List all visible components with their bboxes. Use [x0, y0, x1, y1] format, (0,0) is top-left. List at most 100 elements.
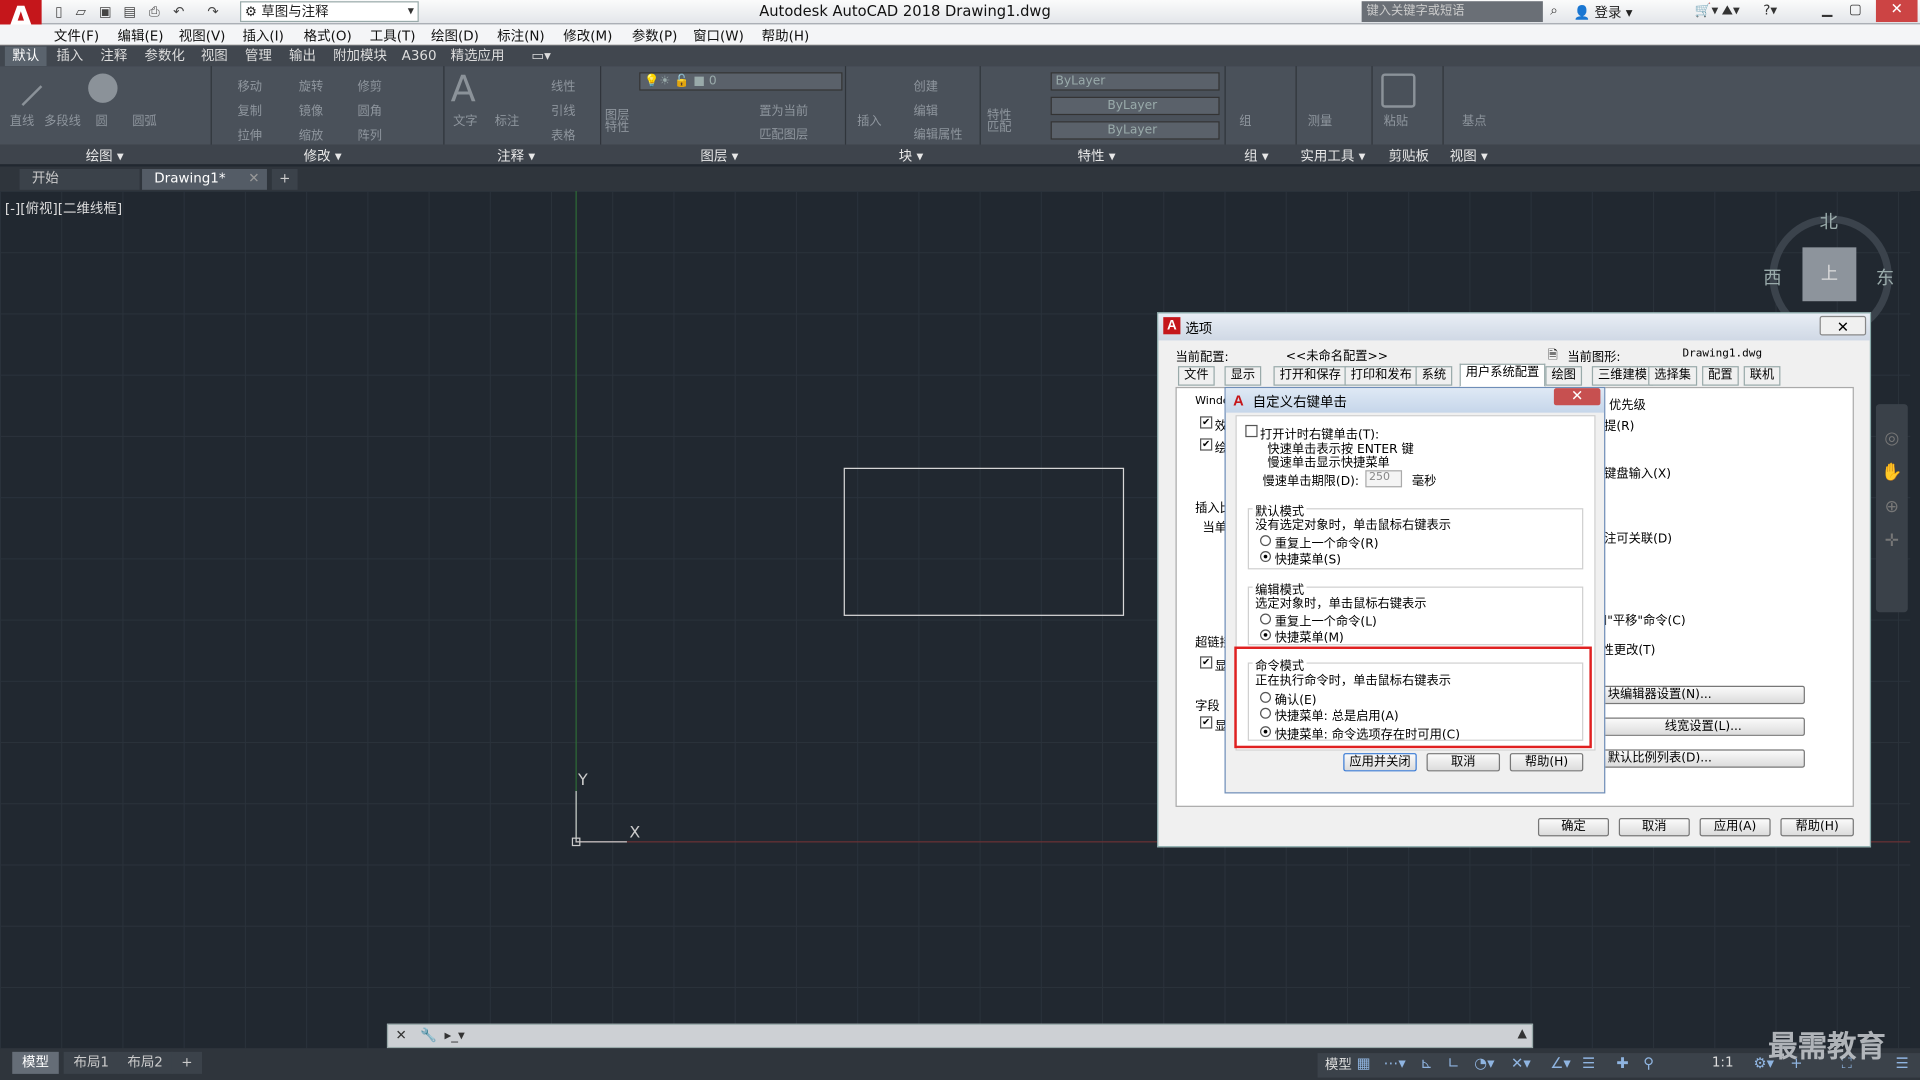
- circle-icon[interactable]: [88, 73, 118, 103]
- cancel-button[interactable]: 取消: [1618, 817, 1690, 837]
- leader-button[interactable]: 引线: [551, 100, 575, 118]
- line-button[interactable]: 直线: [10, 110, 34, 128]
- viewcube-top[interactable]: 上: [1802, 247, 1857, 302]
- polar-icon[interactable]: ◔▾: [1474, 1054, 1494, 1071]
- panel-annotation[interactable]: 注释 ▾: [497, 146, 535, 166]
- new-layout-button[interactable]: +: [171, 1051, 203, 1074]
- close-icon[interactable]: ✕: [248, 169, 259, 189]
- default-repeat-radio[interactable]: [1260, 535, 1272, 547]
- checkbox-2[interactable]: ✔: [1200, 438, 1213, 451]
- dynamic-ucs-icon[interactable]: ∠▾: [1550, 1054, 1571, 1071]
- rightclick-close-button[interactable]: ✕: [1553, 388, 1601, 406]
- tab-plot[interactable]: 打印和发布: [1344, 366, 1418, 386]
- make-current-button[interactable]: 置为当前: [759, 100, 808, 118]
- annotation-scale-icon[interactable]: ⚲: [1643, 1054, 1654, 1071]
- menu-params[interactable]: 参数(P): [632, 26, 678, 46]
- tab-online[interactable]: 联机: [1743, 366, 1781, 386]
- print-icon[interactable]: ⎙: [144, 2, 164, 20]
- match-properties-button[interactable]: 特性匹配: [987, 110, 1016, 134]
- menu-format[interactable]: 格式(O): [304, 26, 352, 46]
- timer-checkbox[interactable]: [1245, 424, 1258, 438]
- layer-dropdown[interactable]: 💡☀ 🔓 ■ 0: [639, 72, 843, 91]
- checkbox-1[interactable]: ✔: [1200, 416, 1213, 429]
- paste-button[interactable]: 粘贴: [1384, 110, 1408, 128]
- move-button[interactable]: 移动: [238, 76, 262, 94]
- osnap-icon[interactable]: ✕▾: [1511, 1054, 1531, 1071]
- minimize-button[interactable]: ▁: [1822, 1, 1832, 17]
- table-button[interactable]: 表格: [551, 125, 575, 143]
- mirror-button[interactable]: 镜像: [299, 100, 323, 118]
- command-prompt-icon[interactable]: ▸_▾: [444, 1027, 464, 1043]
- close-icon[interactable]: ✕: [396, 1027, 407, 1043]
- options-close-button[interactable]: ✕: [1819, 315, 1867, 336]
- scale-value[interactable]: 1:1: [1712, 1054, 1734, 1070]
- panel-draw[interactable]: 绘图 ▾: [86, 146, 124, 166]
- menu-view[interactable]: 视图(V): [179, 26, 226, 46]
- tab-output[interactable]: 输出: [282, 47, 324, 67]
- undo-icon[interactable]: ↶: [169, 2, 189, 20]
- block-editor-settings-button[interactable]: 块编辑器设置(N)...: [1601, 685, 1805, 705]
- menu-modify[interactable]: 修改(M): [563, 26, 612, 46]
- group-button[interactable]: 组: [1239, 110, 1251, 128]
- fillet-button[interactable]: 圆角: [358, 100, 382, 118]
- copy-button[interactable]: 复制: [238, 100, 262, 118]
- compass-north[interactable]: 北: [1820, 208, 1838, 234]
- zoom-icon[interactable]: ⊕: [1876, 497, 1908, 517]
- panel-block[interactable]: 块 ▾: [899, 146, 924, 166]
- tab-annotate[interactable]: 注释: [93, 47, 135, 67]
- tab-layout2[interactable]: 布局2: [117, 1051, 173, 1074]
- linetype-dropdown[interactable]: ByLayer: [1050, 96, 1220, 116]
- panel-utilities[interactable]: 实用工具 ▾: [1300, 146, 1365, 166]
- tab-system[interactable]: 系统: [1415, 366, 1453, 386]
- tab-open-save[interactable]: 打开和保存: [1273, 366, 1347, 386]
- maximize-button[interactable]: ▢: [1849, 1, 1862, 17]
- ribbon-toggle-icon[interactable]: ▭▾: [524, 47, 558, 67]
- customize-menu-icon[interactable]: ☰: [1896, 1054, 1909, 1071]
- rotate-button[interactable]: 旋转: [299, 76, 323, 94]
- tab-selection[interactable]: 选择集: [1648, 366, 1698, 386]
- grid-icon[interactable]: ▦: [1357, 1054, 1371, 1071]
- workspace-dropdown[interactable]: ⚙ 草图与注释 ▾: [240, 1, 419, 23]
- scale-button[interactable]: 缩放: [299, 125, 323, 143]
- navigation-bar[interactable]: ◎ ✋ ⊕ ✛: [1875, 404, 1908, 613]
- panel-clipboard[interactable]: 剪贴板: [1389, 146, 1429, 166]
- menu-window[interactable]: 窗口(W): [693, 26, 744, 46]
- default-scale-list-button[interactable]: 默认比例列表(D)...: [1601, 749, 1805, 768]
- basepoint-button[interactable]: 基点: [1462, 110, 1486, 128]
- login-button[interactable]: 👤 登录 ▾: [1573, 2, 1632, 22]
- tab-display[interactable]: 显示: [1224, 366, 1262, 386]
- tab-profiles[interactable]: 配置: [1702, 366, 1739, 386]
- tab-start[interactable]: 开始: [19, 168, 140, 190]
- checkbox-4[interactable]: ✔: [1200, 716, 1213, 729]
- tab-3d[interactable]: 三维建模: [1591, 366, 1654, 386]
- tab-layout1[interactable]: 布局1: [63, 1051, 119, 1074]
- pan-icon[interactable]: ✋: [1876, 463, 1908, 483]
- match-layer-button[interactable]: 匹配图层: [759, 124, 808, 142]
- menu-file[interactable]: 文件(F): [54, 26, 99, 46]
- linear-button[interactable]: 线性: [551, 76, 575, 94]
- insert-block-button[interactable]: 插入: [857, 110, 881, 128]
- tab-default[interactable]: 默认: [4, 46, 47, 67]
- cart-icon[interactable]: 🛒▾: [1695, 2, 1719, 18]
- tab-drawing1[interactable]: Drawing1* ✕: [142, 168, 267, 190]
- text-button[interactable]: 文字: [453, 110, 477, 128]
- create-block-button[interactable]: 创建: [913, 76, 937, 94]
- default-shortcut-radio[interactable]: [1260, 551, 1272, 563]
- tab-user-preferences[interactable]: 用户系统配置: [1459, 363, 1546, 387]
- edit-repeat-radio[interactable]: [1260, 613, 1272, 625]
- command-line[interactable]: ✕ 🔧 ▸_▾ ▲: [386, 1023, 1534, 1049]
- panel-layers[interactable]: 图层 ▾: [700, 146, 738, 166]
- checkbox-3[interactable]: ✔: [1200, 656, 1213, 669]
- tab-manage[interactable]: 管理: [238, 47, 280, 67]
- long-click-input[interactable]: 250: [1365, 470, 1403, 488]
- lineweight-settings-button[interactable]: 线宽设置(L)...: [1601, 717, 1805, 736]
- lineweight-icon[interactable]: ☰: [1582, 1054, 1595, 1071]
- apply-button[interactable]: 应用(A): [1699, 817, 1771, 837]
- selection-cycle-icon[interactable]: ✚: [1616, 1054, 1628, 1071]
- apply-close-button[interactable]: 应用并关闭: [1343, 753, 1417, 772]
- viewport-label[interactable]: [-][俯视][二维线框]: [5, 198, 122, 218]
- compass-east[interactable]: 东: [1876, 264, 1894, 290]
- rightclick-help-button[interactable]: 帮助(H): [1509, 753, 1584, 772]
- edit-shortcut-radio[interactable]: [1260, 629, 1272, 641]
- menu-help[interactable]: 帮助(H): [762, 26, 810, 46]
